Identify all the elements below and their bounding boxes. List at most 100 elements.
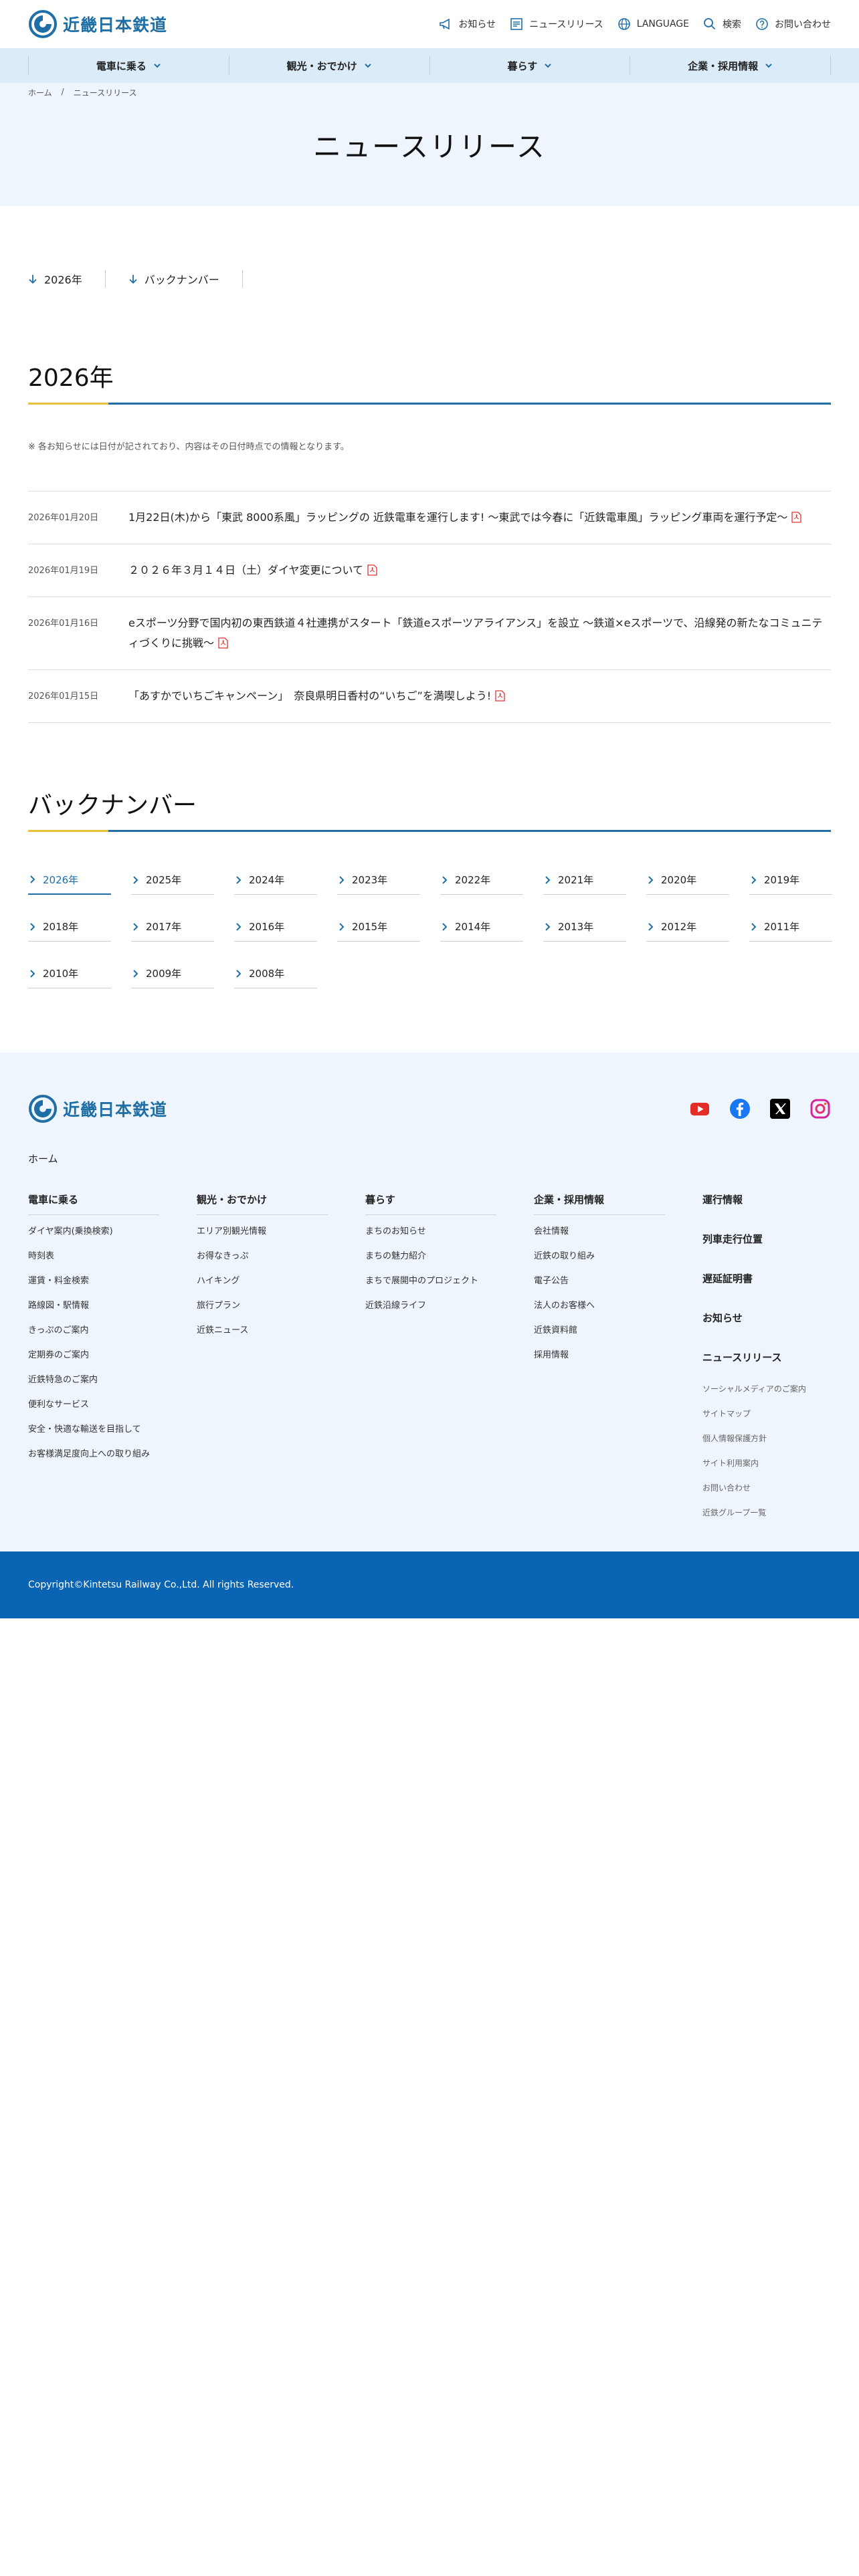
year-link-2025[interactable]: 2025年: [131, 865, 214, 895]
gnav-tourism[interactable]: 観光・おでかけ: [228, 56, 430, 76]
footer-quicklink[interactable]: 遅延証明書: [702, 1271, 823, 1285]
footer-link[interactable]: 近鉄ニュース: [197, 1325, 328, 1337]
breadcrumb-current: ニュースリリース: [73, 88, 137, 98]
year-label: 2008年: [249, 968, 285, 980]
footer-link[interactable]: 会社情報: [534, 1226, 665, 1238]
footer-col-title[interactable]: 電車に乗る: [28, 1192, 159, 1215]
chevron-right-icon: [648, 875, 654, 884]
footer-col-title[interactable]: 暮らす: [365, 1192, 496, 1215]
footer-link[interactable]: エリア別観光情報: [197, 1226, 328, 1238]
year-link-2018[interactable]: 2018年: [28, 912, 111, 942]
util-newsrelease[interactable]: ニュースリリース: [509, 17, 603, 31]
year-link-2021[interactable]: 2021年: [543, 865, 626, 895]
footer-sublink[interactable]: サイト利用案内: [702, 1457, 823, 1469]
news-item[interactable]: 2026年01月16日 eスポーツ分野で国内初の東西鉄道４社連携がスタート「鉄道…: [28, 597, 831, 670]
footer-col-title[interactable]: 企業・採用情報: [534, 1192, 665, 1215]
copyright-text: Copyright©Kintetsu Railway Co.,Ltd. All …: [28, 1580, 294, 1590]
news-title[interactable]: 1月22日(木)から「東武 8000系風」ラッピングの 近鉄電車を運行します! …: [128, 511, 787, 524]
year-link-2022[interactable]: 2022年: [440, 865, 523, 895]
instagram-icon[interactable]: [809, 1098, 831, 1119]
footer-link[interactable]: 近鉄資料館: [534, 1325, 665, 1337]
footer-link[interactable]: ハイキング: [197, 1275, 328, 1287]
gnav-living-label: 暮らす: [507, 60, 538, 72]
year-links: 2026年 2025年 2024年 2023年 2022年 2021年 2020…: [28, 865, 832, 988]
year-link-2011[interactable]: 2011年: [749, 912, 832, 942]
util-search[interactable]: 検索: [702, 17, 741, 31]
site-header: 近畿日本鉄道 お知らせ ニュースリリース LANGUAGE 検索 お問い合わせ: [0, 0, 859, 48]
year-link-2024[interactable]: 2024年: [234, 865, 317, 895]
copyright-bar: Copyright©Kintetsu Railway Co.,Ltd. All …: [0, 1551, 859, 1618]
year-link-2016[interactable]: 2016年: [234, 912, 317, 942]
year-link-2019[interactable]: 2019年: [749, 865, 832, 895]
footer-link[interactable]: お客様満足度向上への取り組み: [28, 1448, 159, 1461]
breadcrumb-home[interactable]: ホーム: [28, 87, 52, 98]
footer-quicklink[interactable]: 列車走行位置: [702, 1232, 823, 1246]
year-link-2012[interactable]: 2012年: [646, 912, 729, 942]
gnav-living[interactable]: 暮らす: [429, 56, 630, 76]
site-logo[interactable]: 近畿日本鉄道: [28, 9, 167, 39]
footer-sublink[interactable]: 近鉄グループ一覧: [702, 1507, 823, 1518]
util-language[interactable]: LANGUAGE: [617, 17, 689, 31]
footer-quicklink[interactable]: お知らせ: [702, 1311, 823, 1325]
globe-icon: [617, 18, 630, 30]
year-link-2014[interactable]: 2014年: [440, 912, 523, 942]
year-link-2015[interactable]: 2015年: [337, 912, 420, 942]
footer-link[interactable]: 旅行プラン: [197, 1300, 328, 1312]
news-title[interactable]: 「あすかでいちごキャンペーン」 奈良県明日香村の“いちご”を満喫しよう!: [128, 689, 491, 702]
footer-link[interactable]: まちの魅力紹介: [365, 1251, 496, 1263]
x-icon[interactable]: [769, 1098, 791, 1119]
footer-link[interactable]: まちのお知らせ: [365, 1226, 496, 1238]
year-link-2017[interactable]: 2017年: [131, 912, 214, 942]
news-title[interactable]: ２０２６年３月１４日（土）ダイヤ変更について: [128, 564, 363, 576]
year-link-2009[interactable]: 2009年: [131, 959, 214, 988]
utility-nav: お知らせ ニュースリリース LANGUAGE 検索 お問い合わせ: [438, 17, 831, 31]
year-link-2008[interactable]: 2008年: [234, 959, 317, 988]
footer-sublink[interactable]: サイトマップ: [702, 1408, 823, 1419]
util-news[interactable]: お知らせ: [438, 17, 496, 31]
footer-link[interactable]: 便利なサービス: [28, 1399, 159, 1411]
youtube-icon[interactable]: [689, 1098, 710, 1119]
footer-link[interactable]: 近鉄特急のご案内: [28, 1374, 159, 1386]
footer-link[interactable]: 近鉄沿線ライフ: [365, 1300, 496, 1312]
facebook-icon[interactable]: [729, 1098, 751, 1119]
footer-link[interactable]: ダイヤ案内(乗換検索): [28, 1226, 159, 1238]
anchor-backnumber[interactable]: バックナンバー: [128, 270, 243, 288]
footer-link[interactable]: まちで展開中のプロジェクト: [365, 1275, 496, 1287]
footer-link[interactable]: お得なきっぷ: [197, 1251, 328, 1263]
footer-link[interactable]: 時刻表: [28, 1251, 159, 1263]
anchor-2026[interactable]: 2026年: [28, 270, 106, 288]
chevron-right-icon: [236, 969, 242, 978]
footer-link[interactable]: 安全・快適な輸送を目指して: [28, 1424, 159, 1436]
footer-col-title[interactable]: 観光・おでかけ: [197, 1192, 328, 1215]
chevron-right-icon: [442, 875, 448, 884]
footer-sublink[interactable]: お問い合わせ: [702, 1482, 823, 1493]
footer-link[interactable]: 法人のお客様へ: [534, 1300, 665, 1312]
footer-link[interactable]: 運賃・料金検索: [28, 1275, 159, 1287]
news-item[interactable]: 2026年01月19日 ２０２６年３月１４日（土）ダイヤ変更について: [28, 544, 831, 597]
footer-link[interactable]: きっぷのご案内: [28, 1325, 159, 1337]
footer-sublink[interactable]: ソーシャルメディアのご案内: [702, 1383, 823, 1394]
footer-link[interactable]: 定期券のご案内: [28, 1350, 159, 1362]
gnav-corporate[interactable]: 企業・採用情報: [630, 56, 831, 76]
year-link-2026[interactable]: 2026年: [28, 865, 111, 895]
footer-link[interactable]: 採用情報: [534, 1350, 665, 1362]
footer-link[interactable]: 路線図・駅情報: [28, 1300, 159, 1312]
footer-quicklink[interactable]: 運行情報: [702, 1192, 823, 1206]
footer-logo[interactable]: 近畿日本鉄道: [28, 1094, 167, 1123]
news-title[interactable]: eスポーツ分野で国内初の東西鉄道４社連携がスタート「鉄道eスポーツアライアンス」…: [128, 617, 822, 649]
footer-sublink[interactable]: 個人情報保護方針: [702, 1432, 823, 1444]
year-link-2010[interactable]: 2010年: [28, 959, 111, 988]
year-link-2020[interactable]: 2020年: [646, 865, 729, 895]
year-link-2013[interactable]: 2013年: [543, 912, 626, 942]
footer-home-link[interactable]: ホーム: [28, 1152, 831, 1166]
util-contact[interactable]: お問い合わせ: [755, 17, 831, 31]
news-item[interactable]: 2026年01月15日 「あすかでいちごキャンペーン」 奈良県明日香村の“いちご…: [28, 670, 831, 723]
year-link-2023[interactable]: 2023年: [337, 865, 420, 895]
section-underline: [28, 403, 831, 405]
footer-link[interactable]: 近鉄の取り組み: [534, 1251, 665, 1263]
gnav-ride[interactable]: 電車に乗る: [28, 56, 229, 76]
news-item[interactable]: 2026年01月20日 1月22日(木)から「東武 8000系風」ラッピングの …: [28, 492, 831, 544]
footer-link[interactable]: 電子公告: [534, 1275, 665, 1287]
footer-quicklink[interactable]: ニュースリリース: [702, 1350, 823, 1364]
kintetsu-logo-icon: [29, 10, 57, 38]
